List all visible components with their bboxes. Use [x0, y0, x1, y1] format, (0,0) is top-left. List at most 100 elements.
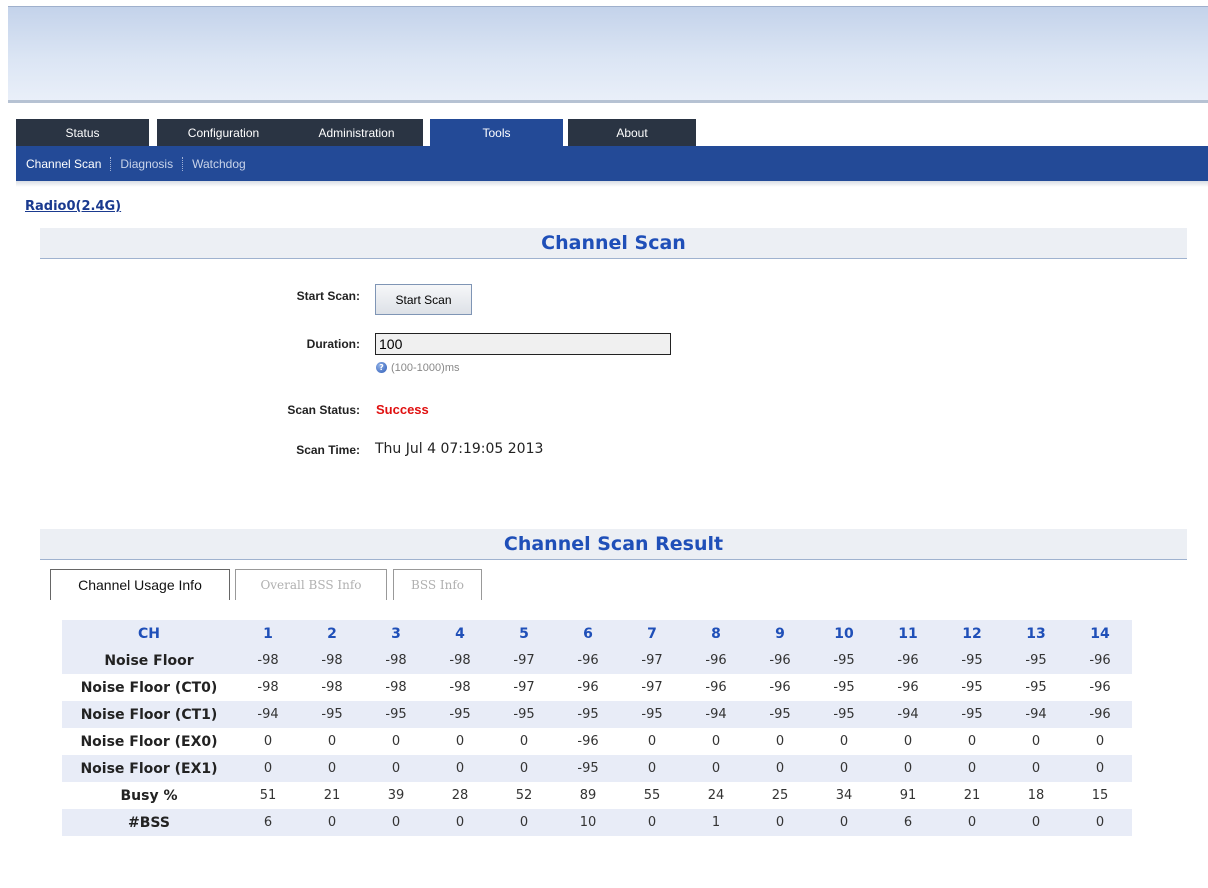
table-cell: 15	[1091, 788, 1109, 803]
table-cell: 0	[620, 809, 684, 836]
column-header: 3	[364, 620, 428, 647]
table-cell: 52	[515, 788, 533, 803]
table-cell: 0	[327, 734, 337, 749]
radio-link[interactable]: Radio0(2.4G)	[25, 199, 121, 214]
table-cell: 1	[684, 809, 748, 836]
table-cell: 0	[684, 755, 748, 782]
table-cell: 0	[364, 809, 428, 836]
table-cell: 0	[711, 734, 721, 749]
table-cell: 34	[835, 788, 853, 803]
table-cell: -96	[1068, 647, 1132, 674]
header-banner	[8, 6, 1208, 103]
row-label: Noise Floor (EX1)	[62, 755, 236, 782]
table-header-row: CH 1 2 3 4 5 6 7 8 9 10 11 12 13 14	[62, 620, 1132, 647]
table-cell: -96	[577, 734, 599, 749]
table-cell: 0	[1004, 755, 1068, 782]
duration-input[interactable]	[375, 333, 671, 355]
sub-navigation: Channel Scan Diagnosis Watchdog	[16, 146, 1208, 181]
row-label: #BSS	[62, 809, 236, 836]
table-cell: 0	[940, 809, 1004, 836]
subnav-divider	[182, 157, 184, 171]
table-cell: -95	[1004, 647, 1068, 674]
table-cell: -98	[364, 647, 428, 674]
table-cell: -94	[1004, 701, 1068, 728]
table-cell: -96	[876, 647, 940, 674]
scan-time-value: Thu Jul 4 07:19:05 2013	[375, 441, 544, 457]
table-cell: -98	[428, 647, 492, 674]
table-cell: -95	[300, 701, 364, 728]
column-header: 14	[1068, 620, 1132, 647]
table-row: Noise Floor (EX1) 0 0 0 0 0 -95 0 0 0 0 0 0 0 0	[62, 755, 1132, 782]
row-label: Busy %	[120, 787, 178, 804]
table-cell: -96	[748, 647, 812, 674]
table-row: #BSS 6 0 0 0 0 10 0 1 0 0 6 0 0 0	[62, 809, 1132, 836]
column-header: 12	[940, 620, 1004, 647]
subnav-watchdog[interactable]: Watchdog	[192, 157, 246, 171]
table-row: Busy % 51 21 39 28 52 89 55 24 25 34 91 21 18 15	[62, 782, 1132, 809]
table-cell: -98	[385, 680, 407, 695]
subnav-divider	[110, 157, 112, 171]
table-cell: 18	[1027, 788, 1045, 803]
table-row: Noise Floor -98 -98 -98 -98 -97 -96 -97 -96 -96 -9…	[62, 647, 1132, 674]
table-cell: 0	[1068, 755, 1132, 782]
table-cell: 0	[1068, 809, 1132, 836]
row-label: Noise Floor (CT1)	[62, 701, 236, 728]
column-header: 5	[492, 620, 556, 647]
start-scan-button[interactable]: Start Scan	[375, 284, 472, 315]
table-row: Noise Floor (CT1) -94 -95 -95 -95 -95 -95 -95 -9…	[62, 701, 1132, 728]
table-cell: -96	[769, 680, 791, 695]
tab-administration[interactable]: Administration	[290, 119, 423, 146]
subtab-bss-info[interactable]: BSS Info	[393, 569, 482, 600]
table-cell: -95	[1025, 680, 1047, 695]
tab-tools[interactable]: Tools	[430, 119, 563, 146]
table-cell: 0	[839, 734, 849, 749]
table-cell: -95	[748, 701, 812, 728]
table-cell: -96	[684, 647, 748, 674]
column-header: 4	[428, 620, 492, 647]
start-scan-label: Start Scan:	[296, 289, 360, 303]
table-cell: -96	[556, 647, 620, 674]
tab-about[interactable]: About	[568, 119, 696, 146]
table-cell: -96	[897, 680, 919, 695]
table-row: Noise Floor (EX0) 0 0 0 0 0 -96 0 0 0 0 0 0 0 0	[62, 728, 1132, 755]
table-cell: -98	[257, 680, 279, 695]
help-icon[interactable]: ?	[376, 362, 387, 373]
column-header: 8	[684, 620, 748, 647]
subtab-channel-usage-info[interactable]: Channel Usage Info	[50, 569, 230, 600]
subnav-diagnosis[interactable]: Diagnosis	[120, 157, 173, 171]
table-cell: 0	[876, 755, 940, 782]
column-header: 10	[812, 620, 876, 647]
table-cell: 0	[1031, 734, 1041, 749]
column-header: 1	[236, 620, 300, 647]
scan-time-label: Scan Time:	[296, 443, 360, 457]
subnav-channel-scan[interactable]: Channel Scan	[26, 157, 101, 171]
table-cell: 0	[1004, 809, 1068, 836]
column-header: 6	[556, 620, 620, 647]
table-cell: 0	[300, 755, 364, 782]
table-cell: -97	[641, 680, 663, 695]
table-cell: -96	[705, 680, 727, 695]
channel-scan-header: Channel Scan	[40, 228, 1187, 259]
table-cell: 0	[812, 809, 876, 836]
table-cell: 21	[323, 788, 341, 803]
table-cell: 0	[647, 734, 657, 749]
scan-status-label: Scan Status:	[287, 403, 360, 417]
table-cell: 0	[492, 809, 556, 836]
table-cell: 0	[775, 734, 785, 749]
table-cell: 24	[707, 788, 725, 803]
table-cell: -95	[620, 701, 684, 728]
table-cell: -95	[940, 647, 1004, 674]
channel-scan-result-header: Channel Scan Result	[40, 529, 1187, 560]
table-cell: 0	[748, 809, 812, 836]
table-cell: 0	[300, 809, 364, 836]
subtab-overall-bss-info[interactable]: Overall BSS Info	[235, 569, 387, 600]
duration-label: Duration:	[306, 337, 360, 351]
table-cell: -95	[940, 701, 1004, 728]
tab-configuration[interactable]: Configuration	[157, 119, 290, 146]
table-cell: 0	[903, 734, 913, 749]
column-header: 9	[748, 620, 812, 647]
table-cell: -95	[812, 647, 876, 674]
content-top-shadow	[16, 181, 1208, 187]
tab-status[interactable]: Status	[16, 119, 149, 146]
table-cell: -98	[300, 647, 364, 674]
